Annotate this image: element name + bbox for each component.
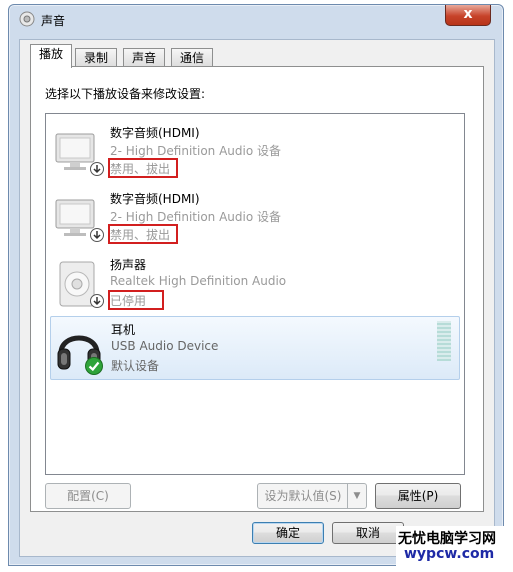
device-item-hdmi-1[interactable]: 数字音频(HDMI) 2- High Definition Audio 设备 禁… (50, 120, 458, 182)
cancel-button[interactable]: 取消 (332, 522, 404, 544)
device-name: 数字音频(HDMI) (110, 192, 200, 206)
green-check-badge-icon (85, 357, 103, 375)
device-description: 2- High Definition Audio 设备 (110, 144, 282, 158)
down-arrow-badge-icon (90, 228, 104, 242)
watermark-line1: 无忧电脑学习网 (398, 531, 496, 547)
watermark-line2: wypcw.com (404, 546, 495, 562)
highlight-box (108, 224, 178, 244)
instruction-text: 选择以下播放设备来修改设置: (45, 87, 206, 101)
down-arrow-badge-icon (90, 294, 104, 308)
device-description: Realtek High Definition Audio (110, 274, 287, 288)
down-arrow-badge-icon (90, 162, 104, 176)
device-name: 数字音频(HDMI) (110, 126, 200, 140)
set-default-label: 设为默认值(S) (264, 489, 342, 503)
device-description: USB Audio Device (111, 339, 219, 353)
dialog-body: 播放 录制 声音 通信 选择以下播放设备来修改设置: 数字音频(HDMI) 2-… (19, 39, 495, 557)
dropdown-arrow-icon[interactable]: ▼ (347, 484, 366, 508)
playback-panel: 选择以下播放设备来修改设置: 数字音频(HDMI) 2- High Defini… (30, 66, 484, 512)
properties-button[interactable]: 属性(P) (375, 483, 461, 509)
device-item-headphones[interactable]: 耳机 USB Audio Device 默认设备 (50, 316, 460, 380)
device-status: 默认设备 (111, 359, 160, 373)
device-name: 扬声器 (110, 258, 147, 272)
device-list[interactable]: 数字音频(HDMI) 2- High Definition Audio 设备 禁… (45, 113, 465, 475)
site-watermark: 无忧电脑学习网 wypcw.com (396, 526, 508, 566)
set-default-button[interactable]: 设为默认值(S) ▼ (257, 483, 367, 509)
speaker-title-icon (19, 11, 35, 27)
highlight-box (108, 158, 178, 178)
tab-playback[interactable]: 播放 (30, 44, 73, 68)
device-item-speaker[interactable]: 扬声器 Realtek High Definition Audio 已停用 (50, 252, 458, 314)
configure-button[interactable]: 配置(C) (45, 483, 131, 509)
tab-communications[interactable]: 通信 (171, 48, 214, 67)
tab-sounds[interactable]: 声音 (123, 48, 166, 67)
window-title: 声音 (41, 14, 66, 28)
volume-level-meter (437, 321, 451, 361)
ok-button[interactable]: 确定 (252, 522, 324, 544)
tab-recording[interactable]: 录制 (75, 48, 118, 67)
device-description: 2- High Definition Audio 设备 (110, 210, 282, 224)
close-button[interactable]: x (445, 5, 491, 26)
device-item-hdmi-2[interactable]: 数字音频(HDMI) 2- High Definition Audio 设备 禁… (50, 186, 458, 248)
sound-dialog-window: 声音 x 播放 录制 声音 通信 选择以下播放设备来修改设置: 数字音频(HDM… (8, 4, 504, 566)
highlight-box (108, 290, 164, 310)
device-name: 耳机 (111, 323, 136, 337)
title-bar[interactable]: 声音 x (9, 5, 503, 33)
